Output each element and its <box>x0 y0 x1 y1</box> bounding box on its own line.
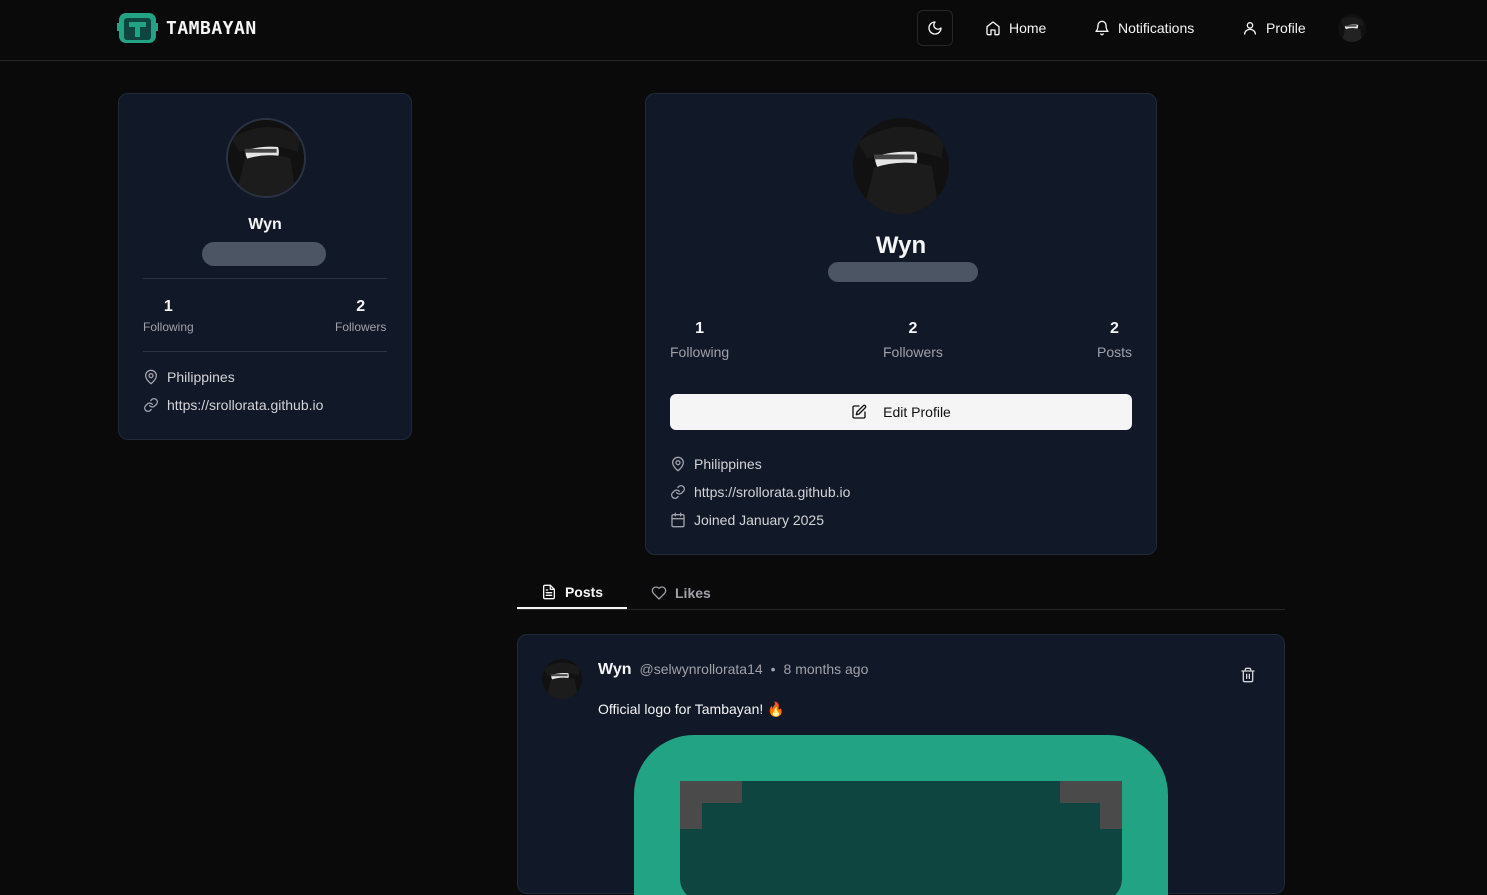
edit-icon <box>852 404 867 419</box>
avatar-image <box>542 659 582 699</box>
sidebar-following-count: 1 <box>163 298 173 315</box>
post-card: Wyn @selwynrollorata14 • 8 months ago Of… <box>517 634 1285 895</box>
profile-posts-stat: 2 Posts <box>1097 320 1132 360</box>
post-timestamp: 8 months ago <box>783 661 869 677</box>
nav-user-avatar[interactable] <box>1338 14 1366 42</box>
delete-post-button[interactable] <box>1240 667 1258 685</box>
profile-followers-stat[interactable]: 2 Followers <box>883 320 943 360</box>
link-icon <box>671 485 685 499</box>
avatar-image <box>853 118 949 214</box>
tab-posts[interactable]: Posts <box>517 576 627 609</box>
home-icon <box>986 21 1000 36</box>
redacted-handle <box>202 242 326 266</box>
profile-website[interactable]: https://srollorata.github.io <box>670 484 850 500</box>
profile-followers-label: Followers <box>883 344 943 360</box>
nav-profile-label: Profile <box>1266 20 1306 36</box>
user-icon <box>1244 22 1256 35</box>
sidebar-avatar[interactable] <box>226 118 306 198</box>
moon-icon <box>928 21 942 35</box>
trash-icon <box>1241 667 1255 683</box>
nav-notifications-link[interactable]: Notifications <box>1094 14 1194 42</box>
avatar-image <box>1338 14 1366 42</box>
profile-joined: Joined January 2025 <box>670 512 824 528</box>
profile-following-count: 1 <box>695 320 705 337</box>
redacted-handle <box>828 262 978 282</box>
divider <box>143 351 387 352</box>
post-content: Official logo for Tambayan! 🔥 <box>598 701 785 717</box>
post-author-name[interactable]: Wyn <box>598 661 631 679</box>
sidebar-website-link[interactable]: https://srollorata.github.io <box>167 397 323 413</box>
bell-icon <box>1095 20 1109 36</box>
tab-likes[interactable]: Likes <box>651 576 711 609</box>
sidebar-name[interactable]: Wyn <box>119 216 411 234</box>
edit-profile-label: Edit Profile <box>883 404 951 420</box>
link-icon <box>144 398 158 412</box>
heart-icon <box>651 585 667 600</box>
sidebar-followers-stat[interactable]: 2 Followers <box>335 298 386 334</box>
sidebar-profile-card: Wyn 1 Following 2 Followers Philippines … <box>118 93 412 440</box>
nav-notifications-label: Notifications <box>1118 20 1195 36</box>
file-text-icon <box>542 584 555 599</box>
map-pin-icon <box>672 456 684 472</box>
post-author-avatar[interactable] <box>542 659 582 699</box>
edit-profile-button[interactable]: Edit Profile <box>670 394 1132 430</box>
map-pin-icon <box>145 369 157 385</box>
brand-logo <box>117 13 158 43</box>
nav-profile-link[interactable]: Profile <box>1242 14 1306 42</box>
tab-likes-label: Likes <box>675 584 711 601</box>
brand-name: TAMBAYAN <box>166 17 257 39</box>
profile-website-link[interactable]: https://srollorata.github.io <box>694 484 850 500</box>
top-navbar: TAMBAYAN Home Notifications Profile <box>0 0 1487 61</box>
post-author-handle[interactable]: @selwynrollorata14 <box>639 661 762 677</box>
sidebar-followers-count: 2 <box>356 298 366 315</box>
sidebar-website[interactable]: https://srollorata.github.io <box>143 397 323 413</box>
post-image[interactable] <box>634 735 1168 895</box>
profile-posts-count: 2 <box>1110 320 1119 337</box>
sidebar-following-stat[interactable]: 1 Following <box>143 298 194 334</box>
sidebar-location: Philippines <box>143 369 235 385</box>
sidebar-location-text: Philippines <box>167 369 235 385</box>
profile-avatar[interactable] <box>853 118 949 214</box>
nav-home-link[interactable]: Home <box>985 14 1046 42</box>
avatar-image <box>228 120 304 196</box>
post-header: Wyn @selwynrollorata14 • 8 months ago <box>598 661 868 679</box>
divider <box>143 278 387 279</box>
profile-location: Philippines <box>670 456 762 472</box>
profile-joined-text: Joined January 2025 <box>694 512 824 528</box>
nav-home-label: Home <box>1009 20 1047 36</box>
theme-toggle-button[interactable] <box>917 10 953 46</box>
profile-card: Wyn 1 Following 2 Followers 2 Posts Edit… <box>645 93 1157 555</box>
profile-following-label: Following <box>670 344 730 360</box>
calendar-icon <box>671 512 685 528</box>
profile-posts-label: Posts <box>1097 344 1133 360</box>
tambayan-logo-image <box>634 735 1168 895</box>
profile-location-text: Philippines <box>694 456 762 472</box>
sidebar-followers-label: Followers <box>335 320 387 334</box>
profile-following-stat[interactable]: 1 Following <box>670 320 729 360</box>
sidebar-following-label: Following <box>143 320 194 334</box>
profile-tabs: Posts Likes <box>517 576 1285 610</box>
tab-posts-label: Posts <box>564 583 604 600</box>
post-separator: • <box>770 661 776 677</box>
profile-name: Wyn <box>875 232 927 259</box>
brand[interactable]: TAMBAYAN <box>117 11 257 45</box>
profile-followers-count: 2 <box>908 320 918 337</box>
